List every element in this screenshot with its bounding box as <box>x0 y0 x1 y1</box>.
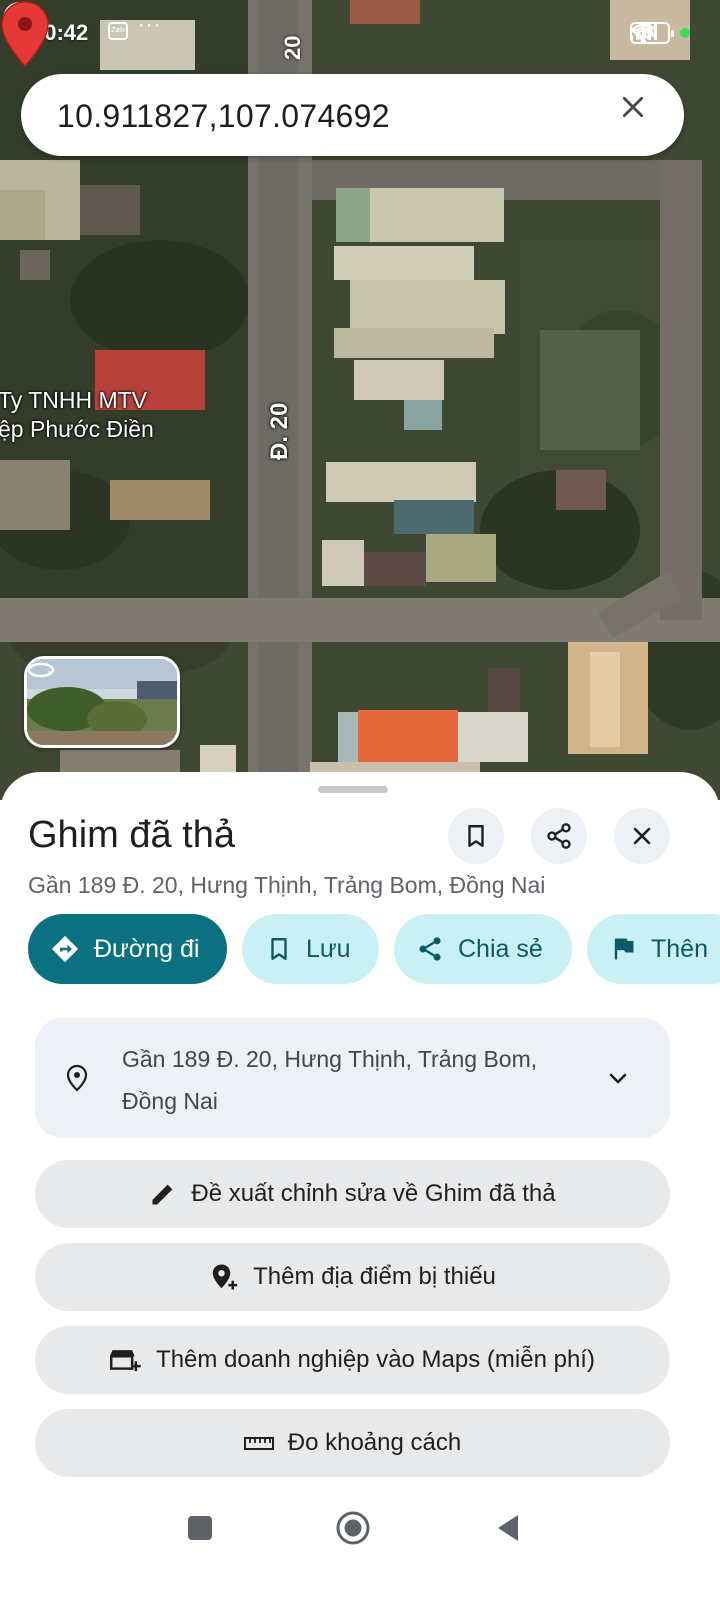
battery-icon: 39 <box>630 22 674 44</box>
road-label: Đ. 20 <box>266 402 293 460</box>
360-view-icon <box>27 662 55 678</box>
measure-distance-label: Đo khoảng cách <box>287 1429 462 1456</box>
location-pin-icon <box>66 1064 88 1092</box>
add-missing-place-button[interactable]: Thêm địa điểm bị thiếu <box>35 1243 670 1311</box>
status-icons: 39 <box>630 22 690 44</box>
share-icon <box>547 823 571 849</box>
more-label: Thên <box>651 934 708 963</box>
status-bar: 20:42 Zalo ··· 39 <box>0 0 720 62</box>
share-label: Chia sẻ <box>458 934 543 963</box>
save-button[interactable]: Lưu <box>242 914 379 984</box>
system-nav-bar <box>0 1490 720 1601</box>
address-line2: Đồng Nai <box>122 1088 218 1114</box>
place-subtitle: Gần 189 Đ. 20, Hưng Thịnh, Trảng Bom, Đồ… <box>28 872 546 898</box>
chevron-down-icon[interactable] <box>606 1066 630 1090</box>
close-icon <box>633 827 651 845</box>
zalo-notification-icon: Zalo <box>108 22 128 40</box>
poi-label[interactable]: Ty TNHH MTV ệp Phước Điền <box>0 386 154 444</box>
add-location-icon <box>212 1264 238 1290</box>
more-chip-button[interactable]: Thên <box>587 914 720 984</box>
recents-icon <box>188 1516 212 1540</box>
dropped-pin-icon[interactable] <box>0 0 50 68</box>
directions-icon <box>51 935 79 963</box>
drag-handle[interactable] <box>318 786 388 793</box>
directions-label: Đường đi <box>94 934 200 963</box>
home-icon <box>336 1511 370 1545</box>
address-card[interactable]: Gần 189 Đ. 20, Hưng Thịnh, Trảng Bom, Đồ… <box>35 1018 670 1138</box>
back-button[interactable] <box>488 1508 528 1548</box>
flag-icon <box>614 938 634 960</box>
add-missing-place-label: Thêm địa điểm bị thiếu <box>253 1263 496 1290</box>
home-button[interactable] <box>333 1508 373 1548</box>
more-notifications-icon: ··· <box>138 14 161 36</box>
bookmark-icon <box>271 938 287 960</box>
address-line1: Gần 189 Đ. 20, Hưng Thịnh, Trảng Bom, <box>122 1046 538 1072</box>
charging-dot <box>680 28 690 38</box>
search-input[interactable]: 10.911827,107.074692 <box>57 98 390 135</box>
measure-distance-button[interactable]: Đo khoảng cách <box>35 1409 670 1477</box>
ruler-icon <box>243 1437 274 1450</box>
search-bar[interactable]: 10.911827,107.074692 <box>21 74 684 156</box>
share-icon <box>419 937 441 961</box>
close-sheet-button[interactable] <box>614 808 670 864</box>
add-business-icon <box>110 1350 141 1372</box>
address-text: Gần 189 Đ. 20, Hưng Thịnh, Trảng Bom, Đồ… <box>122 1038 592 1122</box>
road-label-top: 20 <box>280 35 305 60</box>
suggest-edit-label: Đề xuất chỉnh sửa về Ghim đã thả <box>191 1180 556 1207</box>
add-business-button[interactable]: Thêm doanh nghiệp vào Maps (miễn phí) <box>35 1326 670 1394</box>
pencil-icon <box>152 1184 173 1205</box>
street-view-thumbnail[interactable] <box>24 656 180 748</box>
share-chip-button[interactable]: Chia sẻ <box>394 914 572 984</box>
bookmark-icon <box>468 825 484 847</box>
bookmark-button[interactable] <box>448 808 504 864</box>
suggest-edit-button[interactable]: Đề xuất chỉnh sửa về Ghim đã thả <box>35 1160 670 1228</box>
close-icon[interactable] <box>620 94 660 134</box>
poi-label-line1: Ty TNHH MTV <box>0 387 148 413</box>
poi-label-line2: ệp Phước Điền <box>0 416 154 442</box>
share-button[interactable] <box>531 808 587 864</box>
satellite-map[interactable]: 20:42 Zalo ··· 39 10.911827,107.074692 2… <box>0 0 720 800</box>
back-icon <box>498 1515 518 1541</box>
add-business-label: Thêm doanh nghiệp vào Maps (miễn phí) <box>156 1346 595 1373</box>
place-title: Ghim đã thả <box>28 814 235 856</box>
recents-button[interactable] <box>180 1508 220 1548</box>
directions-button[interactable]: Đường đi <box>28 914 227 984</box>
save-label: Lưu <box>306 934 351 963</box>
place-sheet[interactable]: Ghim đã thả Gần 189 Đ. 20, Hưng Thịnh, T… <box>0 772 720 1601</box>
